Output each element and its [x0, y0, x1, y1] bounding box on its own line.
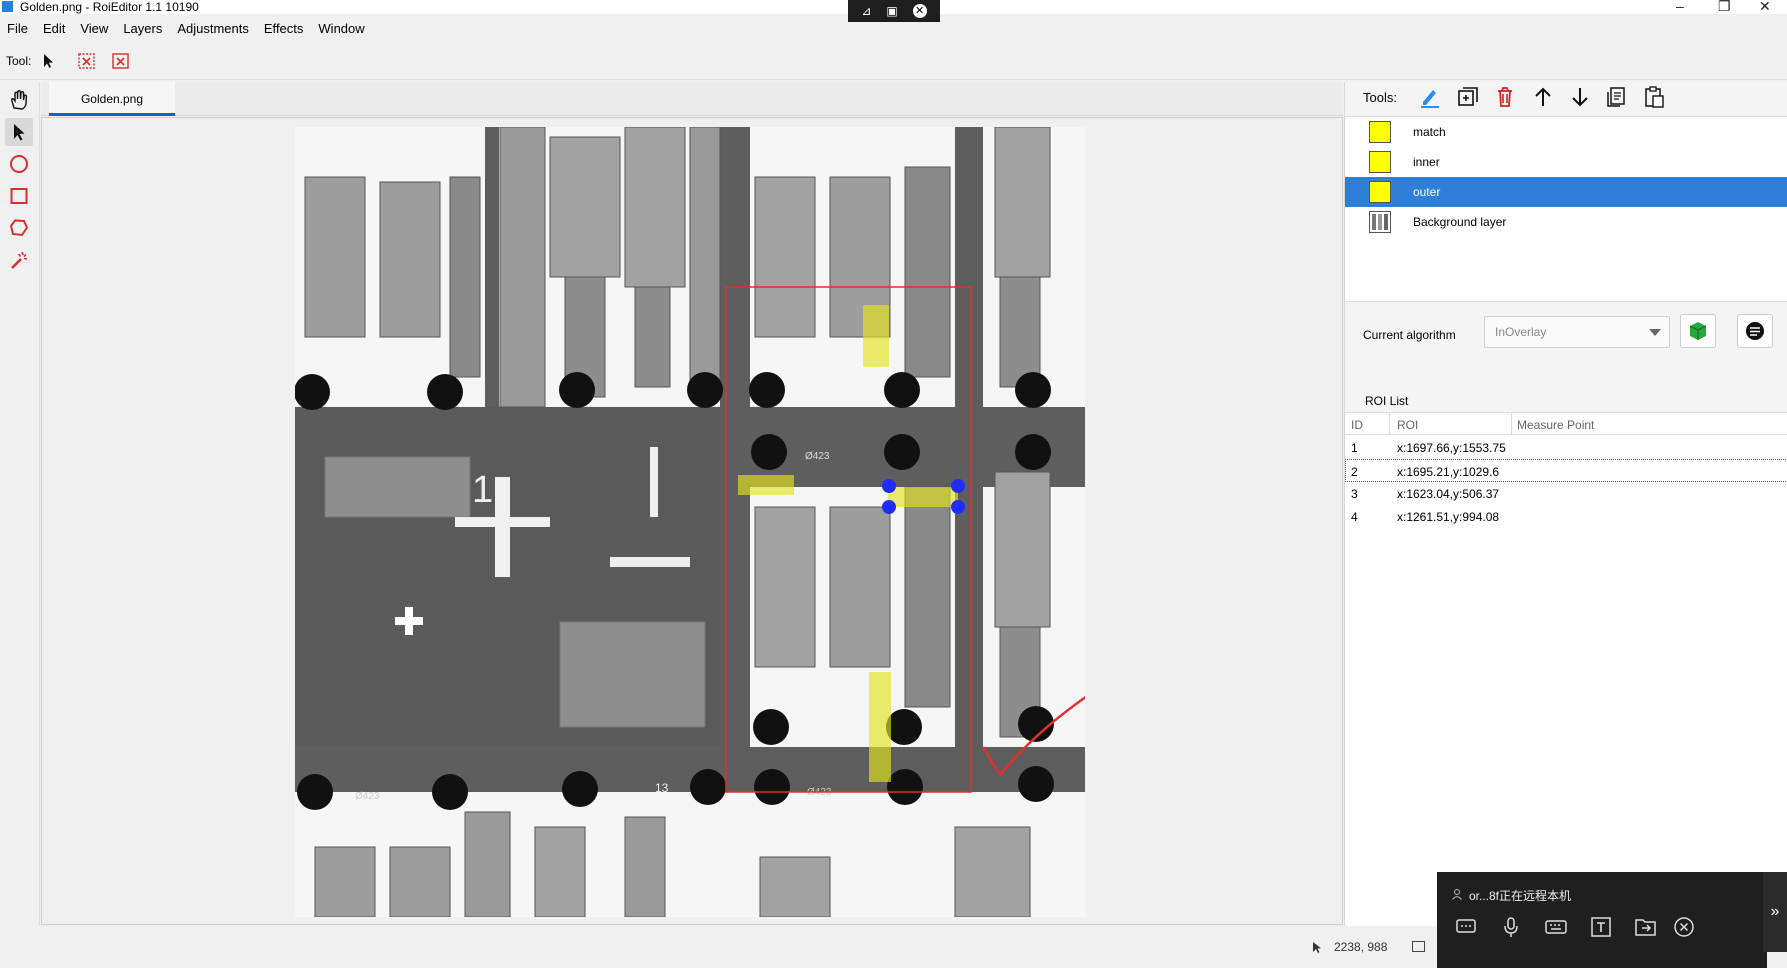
run-algorithm-button[interactable]	[1680, 314, 1716, 348]
layer-item-background[interactable]: Background layer	[1345, 207, 1787, 237]
keyboard-icon[interactable]	[1543, 914, 1569, 940]
remote-panel-expand-button[interactable]: »	[1763, 872, 1787, 952]
table-row[interactable]: 4 x:1261.51,y:994.08	[1345, 505, 1787, 528]
roi-id: 4	[1351, 510, 1358, 524]
menu-adjustments[interactable]: Adjustments	[170, 18, 257, 40]
roi-coordinates: x:1695.21,y:1029.6	[1397, 465, 1500, 479]
mark-label-a: Ø423	[355, 791, 380, 802]
app-icon	[2, 1, 13, 12]
mark-label-d: 13	[655, 781, 669, 795]
menu-edit[interactable]: Edit	[36, 18, 73, 40]
algorithm-row: Current algorithm InOverlay	[1345, 302, 1787, 372]
tool-label: Tool:	[6, 54, 32, 68]
disconnect-icon[interactable]: ✕	[912, 4, 927, 18]
roi-table-header: ID ROI Measure Point	[1345, 413, 1787, 435]
roi-id: 2	[1351, 465, 1358, 479]
pointer-icon[interactable]	[38, 50, 60, 72]
clear-selection-icon[interactable]	[76, 50, 98, 72]
delete-layer-icon[interactable]	[1493, 85, 1517, 109]
edit-pen-icon[interactable]	[1418, 85, 1442, 109]
fiducial-number: 1	[472, 469, 493, 511]
mark-label-b: Ø423	[805, 451, 830, 462]
column-header-roi[interactable]: ROI	[1397, 418, 1418, 432]
chevron-down-icon	[1649, 329, 1661, 336]
end-session-icon[interactable]	[1671, 914, 1697, 940]
layer-name: inner	[1413, 155, 1440, 169]
file-transfer-icon[interactable]	[1633, 914, 1659, 940]
paste-icon[interactable]	[1642, 85, 1666, 109]
document-tab-bar: Golden.png	[41, 82, 1343, 116]
menu-layers[interactable]: Layers	[116, 18, 170, 40]
tab-golden-png[interactable]: Golden.png	[49, 82, 175, 116]
remote-status-text: or...8f正在远程本机	[1469, 889, 1572, 903]
layer-color-swatch	[1369, 121, 1391, 143]
move-up-icon[interactable]	[1531, 85, 1555, 109]
tool-options-bar: Tool:	[0, 42, 1787, 80]
hand-pan-icon[interactable]	[5, 86, 33, 114]
roi-coordinates: x:1623.04,y:506.37	[1397, 487, 1500, 501]
left-tool-strip	[0, 82, 40, 926]
cursor-coordinates: 2238, 988	[1334, 940, 1388, 954]
move-down-icon[interactable]	[1568, 85, 1592, 109]
circle-tool-icon[interactable]	[5, 150, 33, 178]
menu-effects[interactable]: Effects	[257, 18, 312, 40]
minimize-button[interactable]: –	[1676, 0, 1684, 14]
remote-session-panel: or...8f正在远程本机	[1437, 872, 1767, 968]
algorithm-settings-button[interactable]	[1737, 314, 1773, 348]
selection-size-icon	[1412, 941, 1425, 952]
microphone-icon[interactable]	[1498, 914, 1524, 940]
layer-name: match	[1413, 125, 1446, 139]
column-header-id[interactable]: ID	[1351, 418, 1363, 432]
roi-id: 1	[1351, 441, 1358, 455]
roi-table: ID ROI Measure Point 1 x:1697.66,y:1553.…	[1345, 412, 1787, 926]
add-layer-icon[interactable]	[1456, 85, 1480, 109]
layer-list: match inner outer Background layer	[1345, 116, 1787, 302]
algorithm-dropdown[interactable]: InOverlay	[1484, 316, 1670, 348]
polygon-tool-icon[interactable]	[5, 214, 33, 242]
roi-coordinates: x:1697.66,y:1553.75	[1397, 441, 1506, 455]
roi-id: 3	[1351, 487, 1358, 501]
menu-bar: File Edit View Layers Adjustments Effect…	[0, 18, 373, 40]
tools-label: Tools:	[1363, 90, 1397, 105]
right-panel: Tools: match inner outer Background laye…	[1344, 82, 1787, 926]
layer-item-outer[interactable]: outer	[1345, 177, 1787, 207]
screen-icon[interactable]: ▣	[886, 4, 897, 18]
magic-wand-icon[interactable]	[5, 246, 33, 274]
pcb-image[interactable]: 1 Ø423 Ø423 Ø423 13	[295, 127, 1085, 917]
table-row[interactable]: 3 x:1623.04,y:506.37	[1345, 482, 1787, 505]
layer-item-match[interactable]: match	[1345, 117, 1787, 147]
layer-color-swatch	[1369, 151, 1391, 173]
copy-icon[interactable]	[1605, 85, 1629, 109]
maximize-button[interactable]: ❐	[1718, 0, 1731, 14]
chat-icon[interactable]	[1453, 914, 1479, 940]
text-input-icon[interactable]	[1588, 914, 1614, 940]
table-row[interactable]: 2 x:1695.21,y:1029.6	[1345, 459, 1787, 482]
rectangle-tool-icon[interactable]	[5, 182, 33, 210]
menu-view[interactable]: View	[73, 18, 116, 40]
background-thumbnail-icon	[1369, 211, 1391, 233]
pin-icon[interactable]: ⊿	[861, 4, 871, 18]
delete-selection-icon[interactable]	[110, 50, 132, 72]
column-header-measure-point[interactable]: Measure Point	[1517, 418, 1594, 432]
close-button[interactable]: ✕	[1759, 0, 1771, 14]
select-arrow-icon[interactable]	[5, 118, 33, 146]
layer-color-swatch	[1369, 181, 1391, 203]
person-icon	[1451, 888, 1463, 903]
layer-name: Background layer	[1413, 215, 1507, 229]
roi-coordinates: x:1261.51,y:994.08	[1397, 510, 1500, 524]
table-row[interactable]: 1 x:1697.66,y:1553.75	[1345, 436, 1787, 459]
layer-name: outer	[1413, 185, 1441, 199]
cursor-position-icon	[1310, 940, 1324, 957]
algorithm-value: InOverlay	[1495, 325, 1547, 339]
layer-item-inner[interactable]: inner	[1345, 147, 1787, 177]
roi-list-title: ROI List	[1365, 394, 1409, 408]
remote-control-strip: ⊿ ▣ ✕	[848, 0, 940, 22]
algorithm-label: Current algorithm	[1363, 328, 1456, 342]
window-title: Golden.png - RoiEditor 1.1 10190	[20, 0, 199, 14]
menu-window[interactable]: Window	[311, 18, 372, 40]
menu-file[interactable]: File	[0, 18, 36, 40]
